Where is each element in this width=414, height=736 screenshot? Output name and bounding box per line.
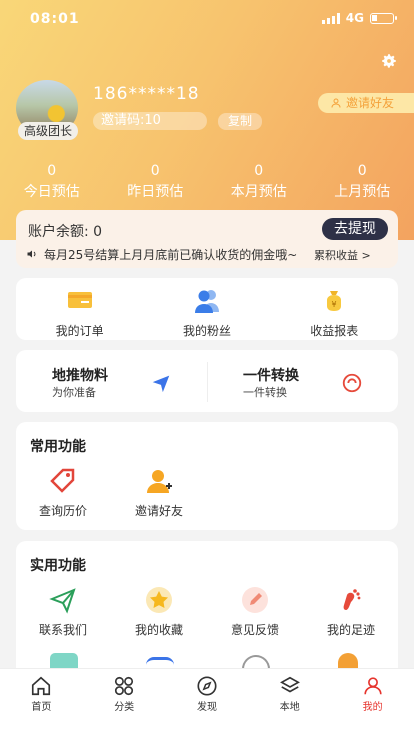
layers-icon: [279, 676, 300, 693]
function-label: 我的收藏: [134, 623, 183, 637]
function-label: 意见反馈: [230, 623, 279, 637]
settings-gear-icon[interactable]: [380, 52, 398, 70]
contact-us-entry[interactable]: 联系我们: [23, 585, 103, 638]
stat-label: 本月预估: [230, 184, 287, 200]
account-balance: 账户余额: 0: [28, 224, 103, 240]
cloud-icon[interactable]: [242, 655, 270, 669]
handshake-icon[interactable]: [146, 657, 174, 667]
money-bag-icon: ¥: [327, 291, 342, 311]
compass-icon: [197, 676, 217, 696]
quick-entry-card: 我的订单 我的粉丝 ¥ 收益报表: [16, 278, 398, 340]
promo-materials-entry[interactable]: 地推物料 为你准备: [16, 350, 207, 412]
member-grade-badge: 高级团长: [18, 122, 78, 140]
share-icon[interactable]: [50, 653, 78, 669]
function-label: 邀请好友: [134, 504, 183, 518]
my-footprints-entry[interactable]: 我的足迹: [311, 585, 391, 638]
feedback-icon: [242, 587, 268, 613]
star-icon: [146, 587, 172, 613]
user-icon: [363, 677, 382, 695]
fans-icon: [194, 290, 219, 313]
promo-title: 一件转换: [243, 368, 299, 384]
entry-label: 我的粉丝: [182, 324, 231, 338]
phone-number: 186*****18: [93, 84, 200, 104]
promo-card: 地推物料 为你准备 一件转换 一件转换: [16, 350, 398, 412]
function-label: 联系我们: [38, 623, 87, 637]
earnings-report-entry[interactable]: ¥ 收益报表: [271, 286, 398, 339]
speaker-icon: [27, 250, 36, 258]
paper-plane-icon: [49, 588, 76, 614]
price-history-entry[interactable]: 查询历价: [23, 466, 103, 519]
my-favorites-entry[interactable]: 我的收藏: [119, 585, 199, 638]
my-fans-entry[interactable]: 我的粉丝: [143, 286, 270, 339]
entry-label: 收益报表: [310, 324, 359, 338]
stat-yesterday[interactable]: 0 昨日预估: [104, 163, 208, 201]
stat-label: 今日预估: [23, 184, 80, 200]
medal-icon[interactable]: [338, 653, 358, 669]
feedback-entry[interactable]: 意见反馈: [215, 585, 295, 638]
invite-person-icon: [147, 470, 172, 493]
tab-label: 发现: [196, 702, 217, 713]
person-icon: [331, 98, 341, 108]
settlement-notice: 每月25号结算上月月底前已确认收货的佣金哦~ 累积收益 >: [26, 246, 392, 263]
tab-label: 本地: [279, 702, 300, 713]
stat-value: 0: [47, 163, 57, 179]
stat-value: 0: [254, 163, 264, 179]
stat-this-month[interactable]: 0 本月预估: [207, 163, 311, 201]
tab-label: 我的: [362, 702, 383, 713]
copy-invite-code-button[interactable]: 复制: [218, 113, 262, 130]
stat-label: 上月预估: [334, 184, 391, 200]
more-utility-row: [16, 649, 398, 669]
entry-label: 我的订单: [55, 324, 104, 338]
tab-label: 分类: [114, 702, 135, 713]
utility-functions-title: 实用功能: [30, 558, 86, 574]
promo-title: 地推物料: [52, 368, 108, 384]
balance-card: 账户余额: 0 去提现 每月25号结算上月月底前已确认收货的佣金哦~ 累积收益 …: [16, 210, 398, 268]
tab-label: 首页: [31, 702, 52, 713]
promo-subtitle: 为你准备: [52, 386, 96, 399]
stat-value: 0: [357, 163, 367, 179]
common-functions-title: 常用功能: [30, 439, 86, 455]
status-bar: 08:01 4G: [0, 0, 414, 40]
category-icon: [115, 676, 134, 696]
stat-last-month[interactable]: 0 上月预估: [311, 163, 414, 201]
tab-category[interactable]: 分类: [83, 669, 166, 736]
order-card-icon: [67, 292, 92, 308]
invite-code: 邀请码:10: [93, 112, 207, 130]
bottom-tab-bar: 首页 分类 发现 本地 我的: [0, 668, 414, 736]
price-tag-icon: [50, 468, 75, 493]
stat-value: 0: [150, 163, 160, 179]
invite-friends-entry[interactable]: 邀请好友: [119, 466, 199, 519]
home-icon: [32, 676, 51, 696]
signal-icon: [321, 12, 340, 24]
invite-friend-label: 邀请好友: [346, 96, 395, 110]
invite-friend-button[interactable]: 邀请好友: [318, 93, 414, 113]
footprint-icon: [343, 589, 361, 610]
tab-home[interactable]: 首页: [0, 669, 83, 736]
function-label: 查询历价: [38, 504, 87, 518]
network-type: 4G: [345, 11, 364, 25]
tab-local[interactable]: 本地: [248, 669, 331, 736]
one-click-convert-entry[interactable]: 一件转换 一件转换: [207, 350, 398, 412]
earnings-stats: 0 今日预估 0 昨日预估 0 本月预估 0 上月预估: [0, 163, 414, 201]
send-arrow-icon: [152, 375, 170, 393]
notice-text: 每月25号结算上月月底前已确认收货的佣金哦~: [44, 248, 298, 262]
common-functions-card: 常用功能 查询历价 邀请好友: [16, 422, 398, 530]
status-time: 08:01: [30, 11, 80, 27]
battery-icon: [370, 12, 397, 24]
my-orders-entry[interactable]: 我的订单: [16, 286, 143, 339]
convert-icon: [342, 373, 362, 393]
tab-discover[interactable]: 发现: [166, 669, 249, 736]
utility-functions-card: 实用功能 联系我们 我的收藏 意见反馈 我的足迹: [16, 541, 398, 681]
cumulative-earnings-link[interactable]: 累积收益 >: [314, 247, 371, 263]
stat-label: 昨日预估: [127, 184, 184, 200]
promo-subtitle: 一件转换: [243, 386, 287, 399]
stat-today[interactable]: 0 今日预估: [0, 163, 104, 201]
tab-mine[interactable]: 我的: [331, 669, 414, 736]
svg-text:¥: ¥: [332, 300, 337, 309]
withdraw-button[interactable]: 去提现: [322, 218, 388, 240]
function-label: 我的足迹: [326, 623, 375, 637]
